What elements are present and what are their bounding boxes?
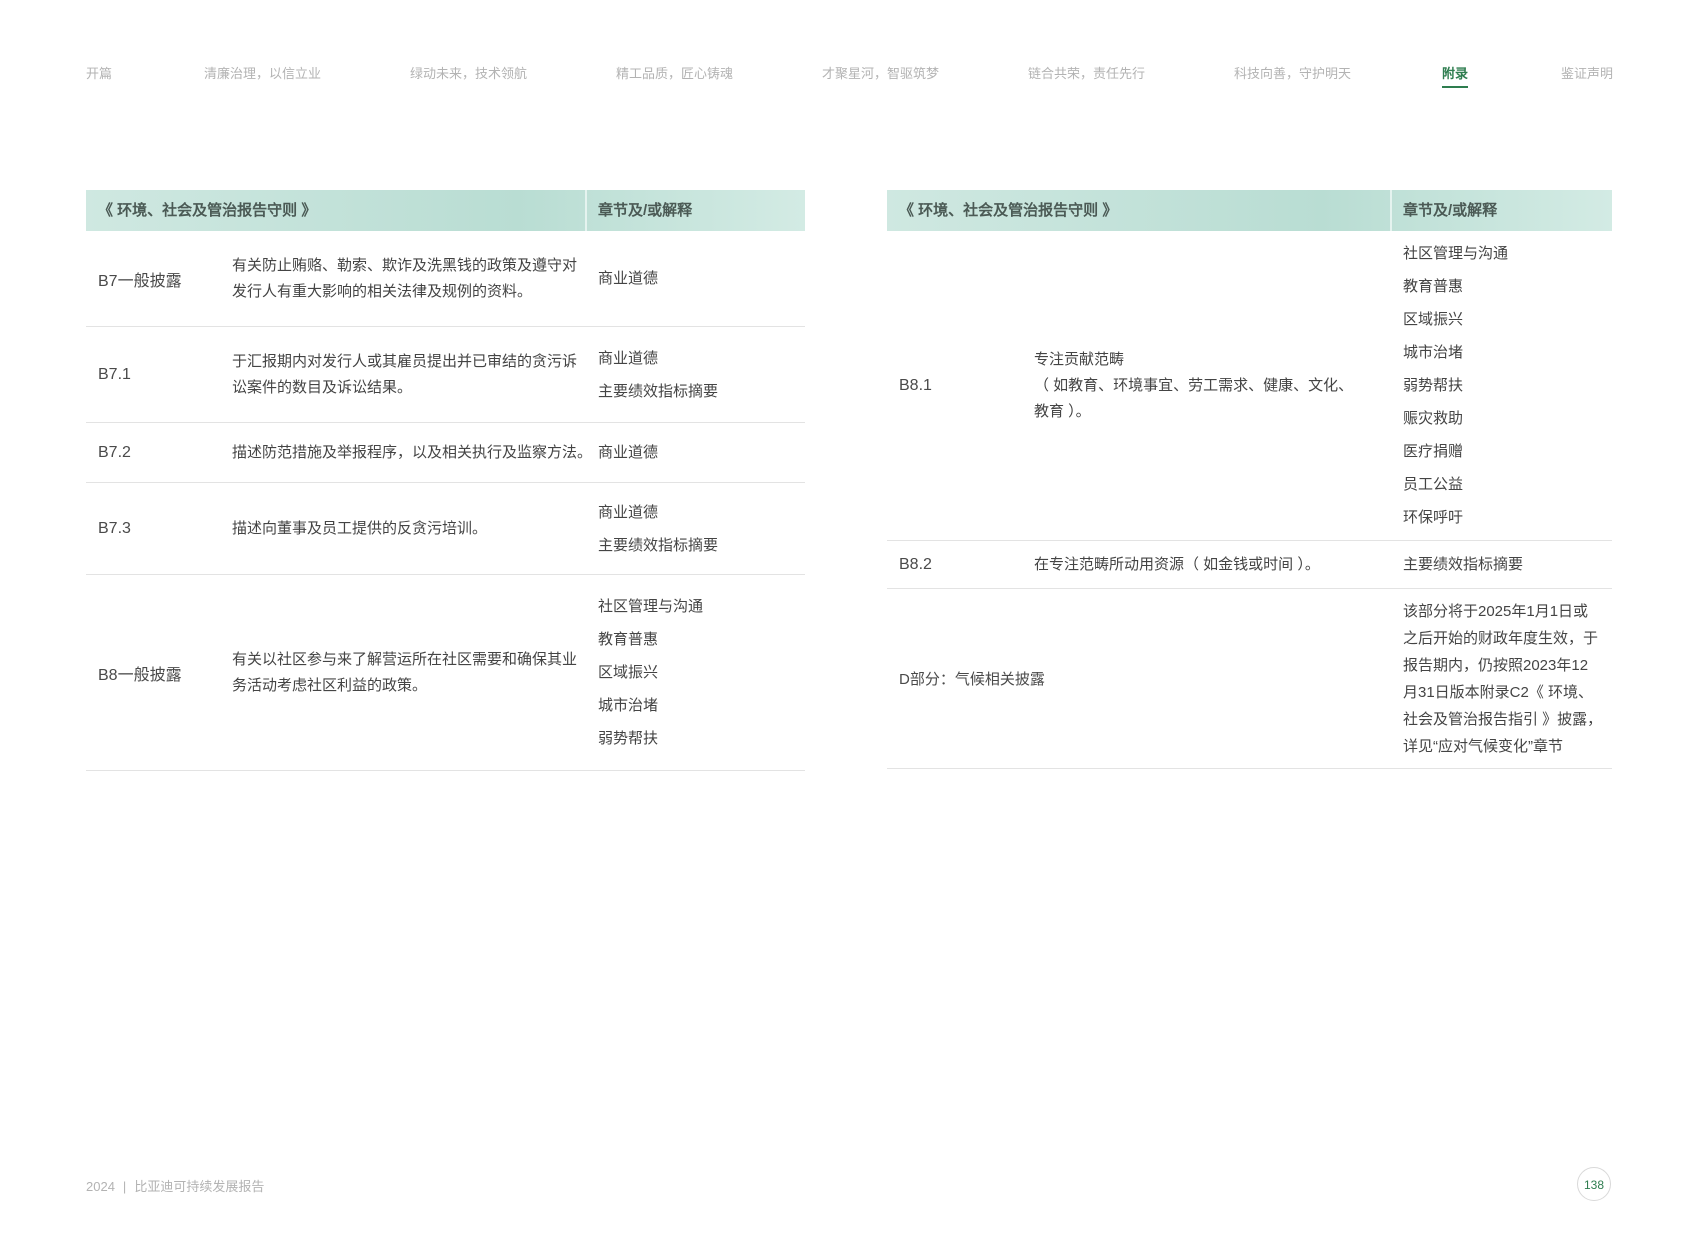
chapter-item: 弱势帮扶 [1403, 377, 1464, 394]
row-code: B7一般披露 [98, 272, 182, 290]
table-row: B8一般披露 有关以社区参与来了解营运所在社区需要和确保其业 务活动考虑社区利益… [86, 575, 805, 771]
table-row: D部分：气候相关披露 该部分将于2025年1月1日或 之后开始的财政年度生效，于… [887, 589, 1612, 769]
header-chapter: 章节及/或解释 [598, 202, 693, 219]
nav-item-opening[interactable]: 开篇 [86, 64, 112, 84]
description-line: 专注贡献范畴 [1034, 350, 1125, 368]
nav-item-appendix[interactable]: 附录 [1442, 64, 1469, 88]
table-row: B7一般披露 有关防止贿赂、勒索、欺诈及洗黑钱的政策及遵守对 发行人有重大影响的… [86, 231, 805, 327]
chapter-item: 教育普惠 [1403, 278, 1464, 295]
nav-item-governance[interactable]: 清廉治理，以信立业 [204, 64, 321, 84]
chapter-item: 医疗捐赠 [1403, 443, 1464, 460]
description-line: 教育 ）。 [1034, 402, 1091, 420]
row-chapters: 商业道德 主要绩效指标摘要 [598, 483, 718, 574]
row-code: B8一般披露 [98, 666, 182, 684]
chapter-item: 区域振兴 [598, 664, 659, 681]
description-line: （ 如教育、环境事宜、劳工需求、健康、文化、 [1034, 376, 1354, 394]
header-divider [585, 190, 587, 231]
row-description: 描述向董事及员工提供的反贪污培训。 [232, 483, 582, 574]
esg-index-table-left: 《 环境、社会及管治报告守则 》 章节及/或解释 B7一般披露 有关防止贿赂、勒… [86, 190, 805, 771]
description-line: 在专注范畴所动用资源（ 如金钱或时间 ）。 [1034, 555, 1320, 573]
chapter-item: 社区管理与沟通 [598, 598, 704, 615]
nav-item-supply-chain[interactable]: 链合共荣，责任先行 [1028, 64, 1145, 84]
row-chapters: 商业道德 [598, 423, 658, 482]
table-row: B8.2 在专注范畴所动用资源（ 如金钱或时间 ）。 主要绩效指标摘要 [887, 541, 1612, 589]
row-note: 该部分将于2025年1月1日或 之后开始的财政年度生效，于 报告期内，仍按照20… [1403, 589, 1608, 768]
row-description: 描述防范措施及举报程序，以及相关执行及监察方法。 [232, 423, 592, 482]
chapter-item: 弱势帮扶 [598, 730, 659, 747]
description-line: 描述防范措施及举报程序，以及相关执行及监察方法。 [232, 443, 593, 461]
row-description: 于汇报期内对发行人或其雇员提出并已审结的贪污诉 讼案件的数目及诉讼结果。 [232, 327, 582, 422]
row-chapters: 主要绩效指标摘要 [1403, 541, 1523, 588]
row-code: B7.3 [98, 519, 131, 537]
chapter-item: 教育普惠 [598, 631, 659, 648]
row-description: 在专注范畴所动用资源（ 如金钱或时间 ）。 [1034, 541, 1384, 588]
page-footer: 2024 | 比亚迪可持续发展报告 [86, 1176, 264, 1195]
description-line: 描述向董事及员工提供的反贪污培训。 [232, 519, 488, 537]
chapter-item: 城市治堵 [598, 697, 659, 714]
footer-year: 2024 [86, 1179, 115, 1194]
row-chapters: 商业道德 [598, 231, 658, 326]
footer-report-title: 比亚迪可持续发展报告 [134, 1179, 265, 1194]
chapter-item: 商业道德 [598, 503, 659, 521]
chapter-item: 员工公益 [1403, 476, 1464, 493]
description-line: 有关以社区参与来了解营运所在社区需要和确保其业 [232, 650, 578, 668]
description-line: 务活动考虑社区利益的政策。 [232, 676, 428, 694]
header-divider [1390, 190, 1392, 231]
description-line: 于汇报期内对发行人或其雇员提出并已审结的贪污诉 [232, 352, 578, 370]
chapter-item: 赈灾救助 [1403, 410, 1464, 427]
chapter-item: 区域振兴 [1403, 311, 1464, 328]
table-row: B7.1 于汇报期内对发行人或其雇员提出并已审结的贪污诉 讼案件的数目及诉讼结果… [86, 327, 805, 423]
note-line: 报告期内，仍按照2023年12 [1403, 656, 1589, 674]
nav-item-quality[interactable]: 精工品质，匠心铸魂 [616, 64, 733, 84]
top-navigation: 开篇 清廉治理，以信立业 绿动未来，技术领航 精工品质，匠心铸魂 才聚星河，智驱… [86, 64, 1613, 90]
note-line: 月31日版本附录C2《 环境、 [1403, 683, 1594, 701]
row-description: 有关以社区参与来了解营运所在社区需要和确保其业 务活动考虑社区利益的政策。 [232, 575, 582, 770]
description-line: 讼案件的数目及诉讼结果。 [232, 378, 413, 396]
table-header: 《 环境、社会及管治报告守则 》 章节及/或解释 [887, 190, 1612, 231]
table-row: B7.3 描述向董事及员工提供的反贪污培训。 商业道德 主要绩效指标摘要 [86, 483, 805, 575]
page-number-badge: 138 [1577, 1167, 1611, 1201]
chapter-item: 主要绩效指标摘要 [598, 382, 719, 400]
row-chapters: 社区管理与沟通 教育普惠 区域振兴 城市治堵 弱势帮扶 赈灾救助 医疗捐赠 员工… [1403, 231, 1508, 540]
description-line: 有关防止贿赂、勒索、欺诈及洗黑钱的政策及遵守对 [232, 256, 578, 274]
row-code: B7.1 [98, 365, 131, 383]
nav-item-tech-for-good[interactable]: 科技向善，守护明天 [1234, 64, 1351, 84]
chapter-item: 商业道德 [598, 349, 659, 367]
nav-item-green-future[interactable]: 绿动未来，技术领航 [410, 64, 527, 84]
esg-index-table-right: 《 环境、社会及管治报告守则 》 章节及/或解释 B8.1 专注贡献范畴 （ 如… [887, 190, 1612, 769]
note-line: 详见“应对气候变化”章节 [1403, 737, 1563, 755]
table-row: B8.1 专注贡献范畴 （ 如教育、环境事宜、劳工需求、健康、文化、 教育 ）。… [887, 231, 1612, 541]
row-chapters: 社区管理与沟通 教育普惠 区域振兴 城市治堵 弱势帮扶 [598, 575, 703, 770]
row-chapters: 商业道德 主要绩效指标摘要 [598, 327, 718, 422]
chapter-item: 城市治堵 [1403, 344, 1464, 361]
description-line: 发行人有重大影响的相关法律及规例的资料。 [232, 282, 533, 300]
chapter-item: 主要绩效指标摘要 [1403, 556, 1524, 573]
chapter-item: 商业道德 [598, 444, 659, 461]
header-guide: 《 环境、社会及管治报告守则 》 [899, 202, 1118, 219]
chapter-item: 主要绩效指标摘要 [598, 536, 719, 554]
row-code: B8.1 [899, 376, 932, 394]
chapter-item: 商业道德 [598, 270, 659, 287]
nav-item-talent[interactable]: 才聚星河，智驱筑梦 [822, 64, 939, 84]
row-code: B7.2 [98, 443, 131, 461]
nav-item-assurance-statement[interactable]: 鉴证声明 [1561, 64, 1613, 84]
row-code: B8.2 [899, 555, 932, 573]
note-line: 社会及管治报告指引 》披露， [1403, 710, 1603, 728]
note-line: 之后开始的财政年度生效，于 [1403, 629, 1599, 647]
footer-separator: | [122, 1179, 127, 1194]
row-description: 专注贡献范畴 （ 如教育、环境事宜、劳工需求、健康、文化、 教育 ）。 [1034, 231, 1364, 540]
note-line: 该部分将于2025年1月1日或 [1403, 602, 1589, 620]
row-code: D部分：气候相关披露 [899, 671, 1045, 688]
header-guide: 《 环境、社会及管治报告守则 》 [98, 202, 317, 219]
table-header: 《 环境、社会及管治报告守则 》 章节及/或解释 [86, 190, 805, 231]
row-description: 有关防止贿赂、勒索、欺诈及洗黑钱的政策及遵守对 发行人有重大影响的相关法律及规例… [232, 231, 582, 326]
table-row: B7.2 描述防范措施及举报程序，以及相关执行及监察方法。 商业道德 [86, 423, 805, 483]
header-chapter: 章节及/或解释 [1403, 202, 1498, 219]
chapter-item: 环保呼吁 [1403, 509, 1464, 526]
chapter-item: 社区管理与沟通 [1403, 245, 1509, 262]
